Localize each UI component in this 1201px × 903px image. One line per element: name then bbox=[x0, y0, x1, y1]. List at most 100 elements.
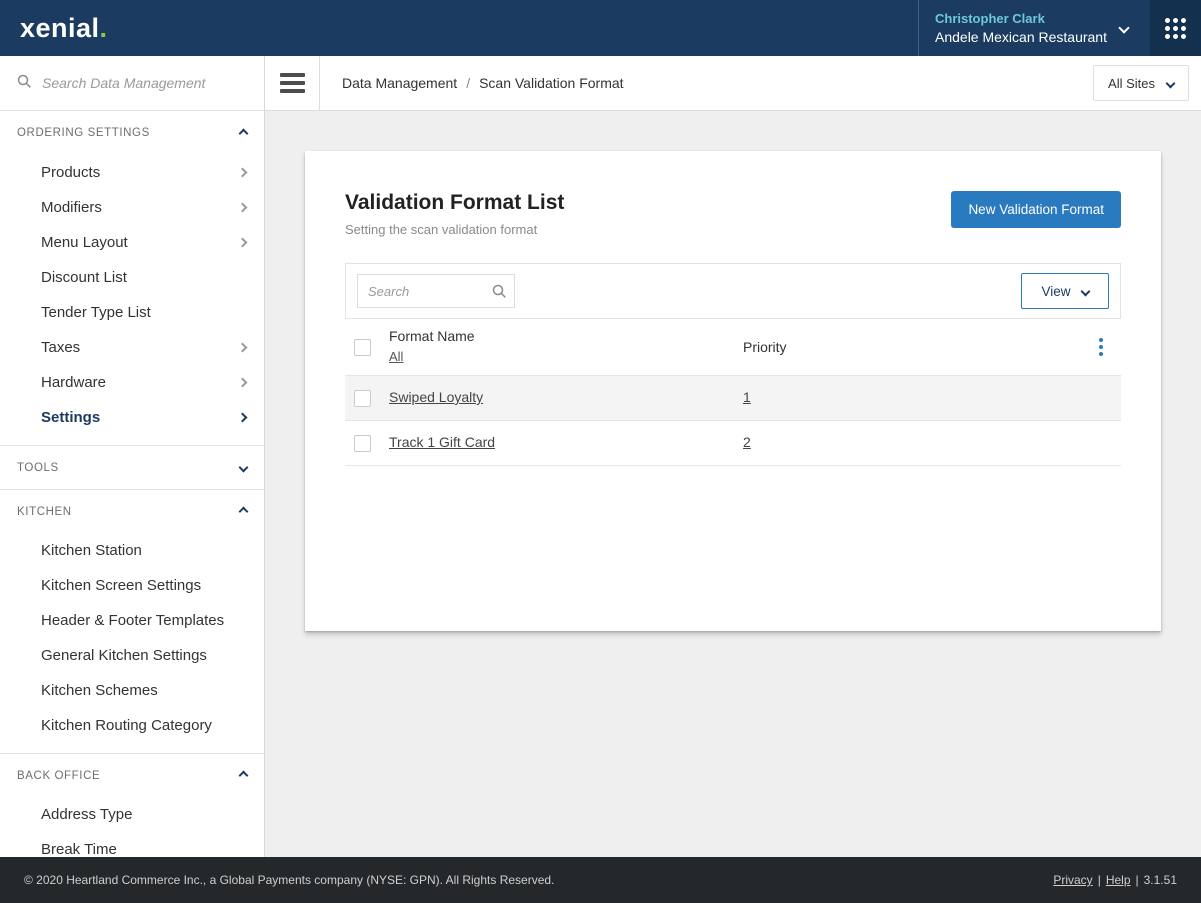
sidebar-item-tender-type-list[interactable]: Tender Type List bbox=[0, 295, 264, 330]
row-checkbox[interactable] bbox=[354, 389, 371, 407]
logo-text: xenial bbox=[20, 12, 100, 43]
sidebar-item-label: Settings bbox=[41, 409, 101, 426]
sidebar-item-label: Tender Type List bbox=[41, 304, 151, 321]
chevron-right-icon bbox=[237, 167, 248, 178]
main-top-bar: Data Management / Scan Validation Format… bbox=[265, 56, 1201, 111]
sidebar-section-kitchen: KITCHEN Kitchen Station Kitchen Screen S… bbox=[0, 489, 264, 753]
view-button-label: View bbox=[1041, 283, 1071, 299]
card-titles: Validation Format List Setting the scan … bbox=[345, 191, 564, 237]
sidebar-item-products[interactable]: Products bbox=[0, 155, 264, 190]
priority-link[interactable]: 2 bbox=[743, 434, 751, 450]
sidebar-item-label: Menu Layout bbox=[41, 234, 128, 251]
footer-separator: | bbox=[1135, 873, 1139, 887]
sidebar-item-address-type[interactable]: Address Type bbox=[0, 797, 264, 832]
sidebar-item-hardware[interactable]: Hardware bbox=[0, 365, 264, 400]
format-name-link[interactable]: Track 1 Gift Card bbox=[389, 434, 495, 450]
breadcrumb: Data Management / Scan Validation Format bbox=[342, 75, 624, 91]
footer-links: Privacy | Help | 3.1.51 bbox=[1053, 873, 1177, 887]
app-grid-button[interactable] bbox=[1150, 0, 1201, 56]
chevron-down-icon bbox=[1080, 286, 1090, 296]
chevron-up-icon bbox=[238, 770, 249, 781]
footer-separator: | bbox=[1097, 873, 1101, 887]
sidebar-item-modifiers[interactable]: Modifiers bbox=[0, 190, 264, 225]
sidebar-item-label: General Kitchen Settings bbox=[41, 647, 207, 664]
app-grid-icon bbox=[1165, 17, 1186, 39]
section-header-back-office[interactable]: BACK OFFICE bbox=[0, 753, 264, 797]
sidebar-item-kitchen-station[interactable]: Kitchen Station bbox=[0, 533, 264, 568]
sidebar-item-taxes[interactable]: Taxes bbox=[0, 330, 264, 365]
section-label: ORDERING SETTINGS bbox=[17, 127, 150, 139]
body-row: ORDERING SETTINGS Products Modifiers Men… bbox=[0, 56, 1201, 903]
version-number: 3.1.51 bbox=[1143, 873, 1177, 887]
row-checkbox[interactable] bbox=[354, 434, 371, 452]
filter-all-link[interactable]: All bbox=[389, 349, 403, 364]
sidebar-item-label: Hardware bbox=[41, 374, 107, 391]
user-menu[interactable]: Christopher Clark Andele Mexican Restaur… bbox=[918, 0, 1150, 56]
sidebar-item-settings[interactable]: Settings bbox=[0, 400, 264, 435]
validation-format-table: Format Name All Priority Swiped Loyalty … bbox=[345, 319, 1121, 466]
view-dropdown-button[interactable]: View bbox=[1021, 273, 1109, 309]
sidebar-item-kitchen-routing-category[interactable]: Kitchen Routing Category bbox=[0, 708, 264, 743]
table-row: Swiped Loyalty 1 bbox=[345, 376, 1121, 421]
format-name-link[interactable]: Swiped Loyalty bbox=[389, 389, 483, 405]
section-header-kitchen[interactable]: KITCHEN bbox=[0, 489, 264, 533]
chevron-up-icon bbox=[238, 506, 249, 517]
sidebar-item-label: Kitchen Routing Category bbox=[41, 717, 212, 734]
xenial-logo[interactable]: xenial. bbox=[0, 0, 128, 56]
chevron-down-icon bbox=[1118, 19, 1130, 37]
all-sites-dropdown[interactable]: All Sites bbox=[1093, 65, 1189, 101]
copyright-text: © 2020 Heartland Commerce Inc., a Global… bbox=[24, 873, 555, 887]
content-area: Validation Format List Setting the scan … bbox=[265, 111, 1201, 903]
breadcrumb-root[interactable]: Data Management bbox=[342, 75, 457, 91]
sidebar-item-label: Discount List bbox=[41, 269, 127, 286]
sidebar-item-label: Products bbox=[41, 164, 101, 181]
section-label: KITCHEN bbox=[17, 505, 72, 518]
help-link[interactable]: Help bbox=[1106, 873, 1131, 887]
sidebar-item-menu-layout[interactable]: Menu Layout bbox=[0, 225, 264, 260]
user-name: Christopher Clark bbox=[935, 11, 1045, 26]
chevron-down-icon bbox=[238, 462, 249, 473]
chevron-right-icon bbox=[237, 377, 248, 388]
page-subtitle: Setting the scan validation format bbox=[345, 222, 538, 237]
table-search bbox=[357, 274, 515, 308]
card-header: Validation Format List Setting the scan … bbox=[345, 191, 1121, 237]
new-validation-format-button[interactable]: New Validation Format bbox=[951, 191, 1121, 228]
section-label: BACK OFFICE bbox=[17, 769, 101, 782]
hamburger-menu-icon[interactable] bbox=[265, 56, 320, 110]
sidebar-item-label: Break Time bbox=[41, 841, 117, 858]
section-header-ordering-settings[interactable]: ORDERING SETTINGS bbox=[0, 111, 264, 155]
sidebar-item-kitchen-schemes[interactable]: Kitchen Schemes bbox=[0, 673, 264, 708]
user-site-name: Andele Mexican Restaurant bbox=[935, 29, 1107, 45]
user-info: Christopher Clark Andele Mexican Restaur… bbox=[935, 11, 1107, 45]
section-items: Kitchen Station Kitchen Screen Settings … bbox=[0, 533, 264, 753]
chevron-right-icon bbox=[237, 237, 248, 248]
sidebar-item-general-kitchen-settings[interactable]: General Kitchen Settings bbox=[0, 638, 264, 673]
chevron-right-icon bbox=[237, 342, 248, 353]
section-header-tools[interactable]: TOOLS bbox=[0, 445, 264, 489]
main-area: Data Management / Scan Validation Format… bbox=[265, 56, 1201, 903]
validation-format-card: Validation Format List Setting the scan … bbox=[305, 151, 1161, 631]
breadcrumb-separator: / bbox=[466, 75, 471, 91]
sidebar-item-label: Taxes bbox=[41, 339, 81, 356]
sidebar-item-kitchen-screen-settings[interactable]: Kitchen Screen Settings bbox=[0, 568, 264, 603]
chevron-right-icon bbox=[237, 202, 248, 213]
sidebar-item-discount-list[interactable]: Discount List bbox=[0, 260, 264, 295]
breadcrumb-current: Scan Validation Format bbox=[479, 75, 624, 91]
kebab-menu-icon[interactable] bbox=[1081, 338, 1121, 356]
privacy-link[interactable]: Privacy bbox=[1053, 873, 1092, 887]
column-header-label: Format Name bbox=[389, 328, 475, 344]
sidebar-item-label: Header & Footer Templates bbox=[41, 612, 225, 629]
sidebar-item-label: Modifiers bbox=[41, 199, 102, 216]
section-items: Products Modifiers Menu Layout Discount … bbox=[0, 155, 264, 445]
priority-column-header: Priority bbox=[743, 339, 787, 355]
table-toolbar: View bbox=[345, 263, 1121, 319]
priority-link[interactable]: 1 bbox=[743, 389, 751, 405]
search-input[interactable] bbox=[42, 75, 248, 91]
sidebar-item-label: Kitchen Screen Settings bbox=[41, 577, 202, 594]
sidebar-item-header-footer-templates[interactable]: Header & Footer Templates bbox=[0, 603, 264, 638]
sidebar-item-label: Kitchen Schemes bbox=[41, 682, 158, 699]
select-all-checkbox[interactable] bbox=[354, 338, 371, 356]
section-label: TOOLS bbox=[17, 461, 59, 474]
search-icon bbox=[491, 283, 507, 304]
sidebar-search bbox=[0, 56, 264, 111]
